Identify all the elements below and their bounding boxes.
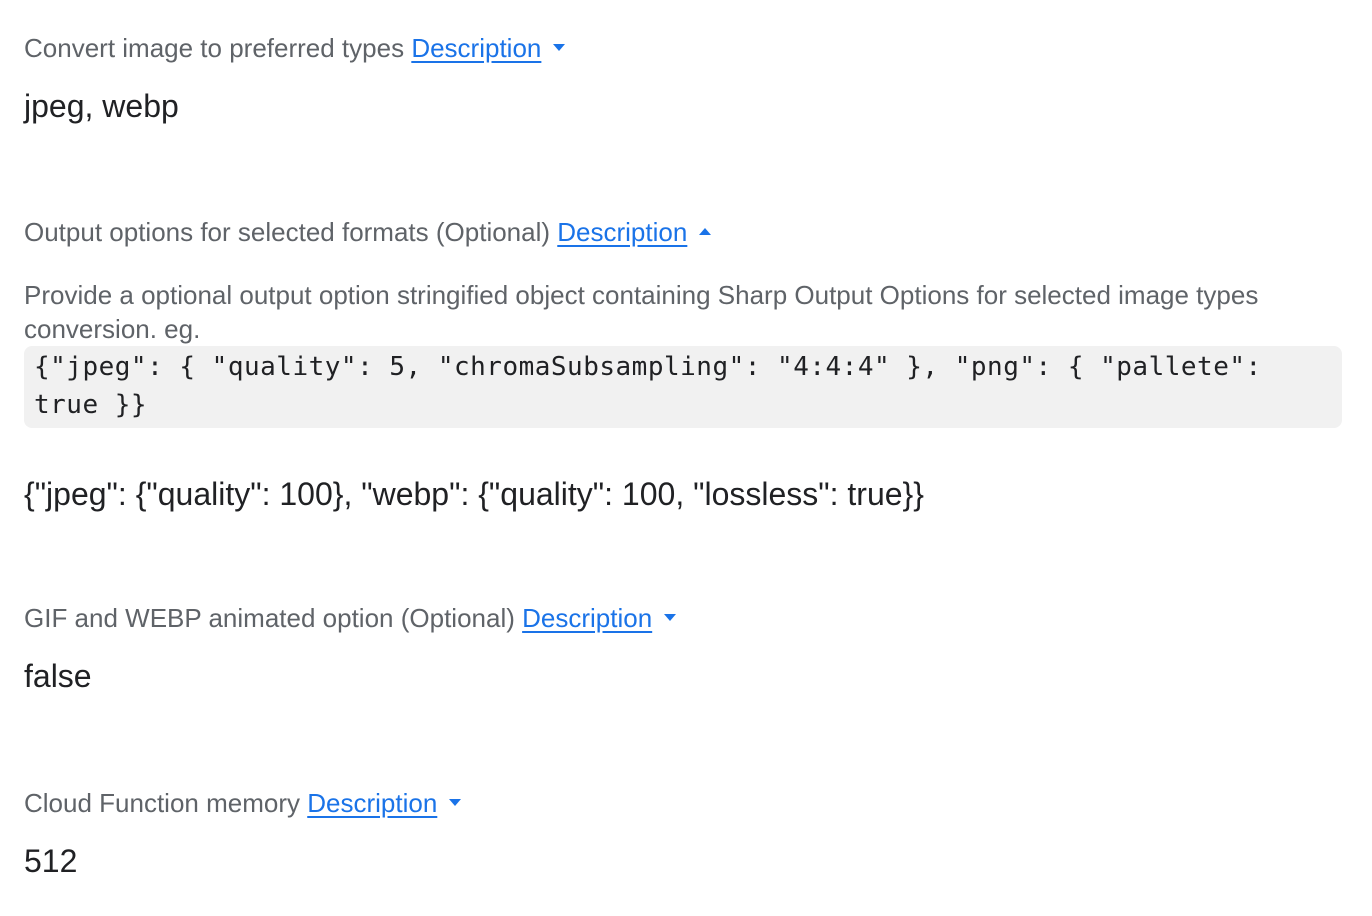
- param-label: Cloud Function memory: [24, 788, 300, 818]
- caret-down-icon[interactable]: [449, 798, 462, 806]
- param-image-types: Convert image to preferred types Descrip…: [24, 32, 1342, 126]
- param-help-text: Provide a optional output option stringi…: [24, 280, 1259, 344]
- example-code-block: {"jpeg": { "quality": 5, "chromaSubsampl…: [24, 346, 1342, 428]
- param-label-row: GIF and WEBP animated option (Optional) …: [24, 602, 1342, 634]
- param-label: Convert image to preferred types: [24, 33, 405, 63]
- caret-down-icon[interactable]: [664, 613, 677, 621]
- param-output-options: Output options for selected formats (Opt…: [24, 216, 1342, 514]
- param-label-row: Output options for selected formats (Opt…: [24, 216, 1342, 248]
- param-function-memory: Cloud Function memory Description 512: [24, 787, 1342, 881]
- description-link[interactable]: Description: [557, 217, 687, 247]
- param-animated-option: GIF and WEBP animated option (Optional) …: [24, 602, 1342, 696]
- param-label: Output options for selected formats (Opt…: [24, 217, 551, 247]
- param-label: GIF and WEBP animated option (Optional): [24, 603, 515, 633]
- param-value: {"jpeg": {"quality": 100}, "webp": {"qua…: [24, 476, 924, 512]
- param-value: false: [24, 658, 92, 694]
- param-value: 512: [24, 843, 78, 879]
- caret-up-icon[interactable]: [699, 227, 712, 235]
- description-link[interactable]: Description: [307, 788, 437, 818]
- description-link[interactable]: Description: [411, 33, 541, 63]
- param-value: jpeg, webp: [24, 88, 179, 124]
- param-label-row: Convert image to preferred types Descrip…: [24, 32, 1342, 64]
- caret-down-icon[interactable]: [553, 43, 566, 51]
- param-label-row: Cloud Function memory Description: [24, 787, 1342, 819]
- description-link[interactable]: Description: [522, 603, 652, 633]
